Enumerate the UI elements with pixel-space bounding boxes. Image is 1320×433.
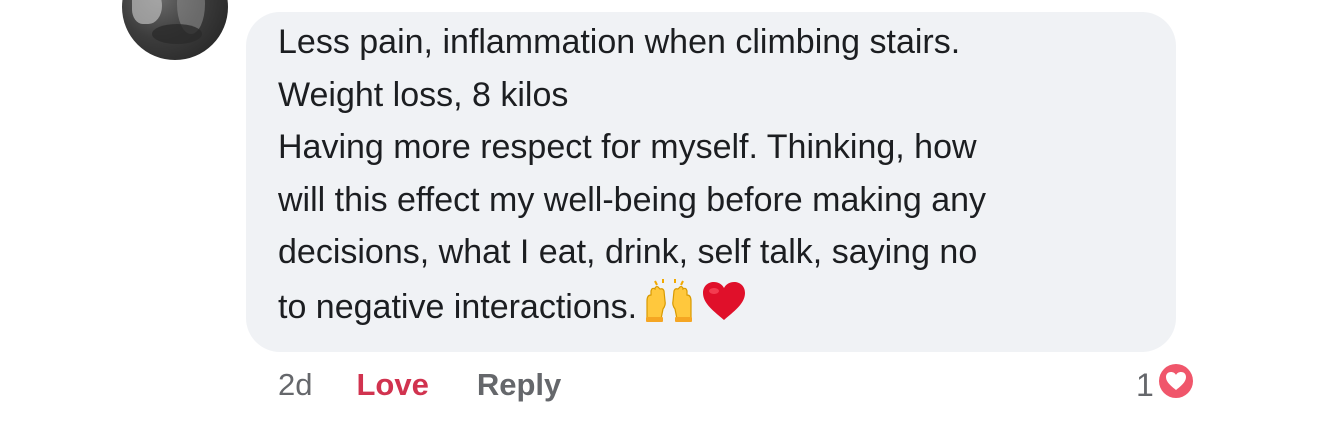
love-button[interactable]: Love [356,367,428,403]
raising-hands-icon [643,278,695,339]
avatar-detail [152,24,202,44]
comment-line: decisions, what I eat, drink, self talk,… [278,233,978,272]
timestamp[interactable]: 2d [278,367,312,403]
avatar-detail [132,0,162,24]
comment-line: will this effect my well-being before ma… [278,180,987,219]
comment-actions: 2d Love Reply [278,362,561,408]
comment-text: Less pain, inflammation when climbing st… [278,16,1158,339]
comment-line: Weight loss, 8 kilos [278,75,569,114]
reply-button[interactable]: Reply [477,367,561,403]
avatar[interactable] [122,0,228,60]
comment-line-last: to negative interactions. [278,278,1158,339]
comment-screenshot: Less pain, inflammation when climbing st… [0,0,1320,433]
comment-line: Having more respect for myself. Thinking… [278,128,977,167]
comment-line: Less pain, inflammation when climbing st… [278,23,961,61]
reaction-summary[interactable]: 1 [1136,362,1196,408]
reaction-count: 1 [1136,366,1154,403]
comment-line: to negative interactions. [278,287,638,326]
red-heart-icon [701,280,747,338]
love-reaction-icon [1156,361,1196,409]
